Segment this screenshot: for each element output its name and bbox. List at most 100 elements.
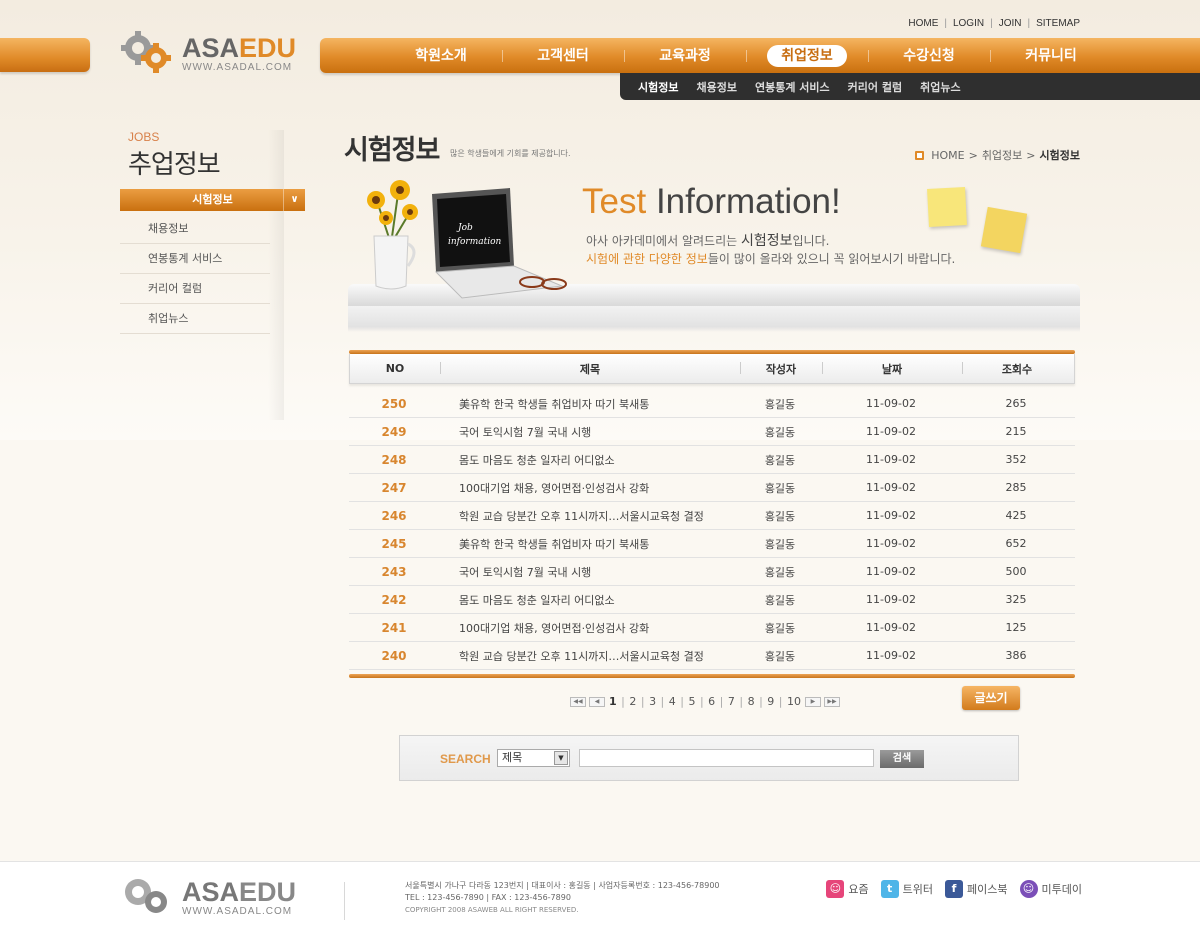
sub-gnb-job-news[interactable]: 취업뉴스 [920, 79, 960, 95]
search-button[interactable]: 검색 [880, 750, 924, 768]
row-no: 248 [381, 452, 407, 467]
table-row[interactable]: 240 학원 교습 당분간 오후 11시까지…서울시교육청 결정 홍길동 11-09-… [349, 642, 1075, 670]
row-views: 285 [1005, 481, 1027, 494]
prev-page-icon[interactable]: ◀ [589, 696, 605, 707]
table-row[interactable]: 247 100대기업 채용, 영어면접·인성검사 강화 홍길동 11-09-02 285 [349, 474, 1075, 502]
row-title-link[interactable]: 국어 토익시험 7월 국내 시행 [439, 564, 739, 580]
gnb-item-customer-center[interactable]: 고객센터 [502, 44, 624, 68]
first-page-icon[interactable]: ◀◀ [570, 696, 586, 707]
banner-line2-bold: 시험에 관한 다양한 정보 [586, 252, 708, 266]
row-views: 265 [1005, 397, 1027, 410]
row-title-link[interactable]: 몸도 마음도 청춘 일자리 어디없소 [439, 592, 739, 608]
row-author: 홍길동 [764, 649, 796, 663]
page-number-link[interactable]: 8 [747, 695, 756, 708]
sub-gnb-recruit-info[interactable]: 채용정보 [696, 79, 736, 95]
sub-navigation: 시험정보 채용정보 연봉통계 서비스 커리어 컬럼 취업뉴스 [620, 73, 1200, 100]
footer-logo: ASAEDU WWW.ASADAL.COM [120, 874, 296, 920]
row-date: 11-09-02 [866, 649, 916, 662]
gnb-item-community[interactable]: 커뮤니티 [990, 44, 1112, 68]
lnb-item-exam-info[interactable]: 시험정보 ∨ [120, 189, 305, 211]
row-date: 11-09-02 [866, 565, 916, 578]
lnb-item-career-column[interactable]: 커리어 컬럼 [120, 274, 270, 304]
footer-logo-name-a: ASA [182, 876, 240, 907]
row-title-link[interactable]: 100대기업 채용, 영어면접·인성검사 강화 [439, 480, 739, 496]
page-number-link[interactable]: 2 [628, 695, 637, 708]
row-author: 홍길동 [764, 397, 796, 411]
site-logo[interactable]: ASAEDU WWW.ASADAL.COM [120, 30, 296, 76]
page-number-link[interactable]: 7 [727, 695, 736, 708]
table-row[interactable]: 248 몸도 마음도 청춘 일자리 어디없소 홍길동 11-09-02 352 [349, 446, 1075, 474]
row-title-link[interactable]: 100대기업 채용, 영어면접·인성검사 강화 [439, 620, 739, 636]
chevron-right-icon: > [968, 148, 978, 162]
table-row[interactable]: 245 美유학 한국 학생들 취업비자 따기 북새통 홍길동 11-09-02 652 [349, 530, 1075, 558]
table-row[interactable]: 242 몸도 마음도 청춘 일자리 어디없소 홍길동 11-09-02 325 [349, 586, 1075, 614]
chevron-down-icon: ∨ [283, 189, 305, 211]
next-page-icon[interactable]: ▶ [804, 696, 821, 707]
row-no: 250 [381, 396, 407, 411]
page-number-link[interactable]: 9 [766, 695, 775, 708]
footer-company-info: 서울특별시 가나구 다라동 123번지 | 대표이사 : 홍길동 | 사업자등록… [405, 880, 720, 916]
search-label: SEARCH [440, 752, 491, 766]
util-home-link[interactable]: HOME [908, 18, 938, 29]
gnb-item-about[interactable]: 학원소개 [380, 44, 502, 68]
sub-gnb-career-column[interactable]: 커리어 컬럼 [848, 79, 902, 95]
page-number-link[interactable]: 3 [648, 695, 657, 708]
row-date: 11-09-02 [866, 481, 916, 494]
sub-gnb-exam-info[interactable]: 시험정보 [638, 79, 678, 95]
pagination: ◀◀ ◀ 1 | 2 | 3 | 4 | 5 | 6 | 7 | 8 | 9 |… [570, 695, 840, 708]
header-views: 조회수 [962, 361, 1072, 377]
page-number-link[interactable]: 10 [786, 695, 802, 708]
lnb-divider-shadow [268, 130, 284, 420]
search-input[interactable] [579, 749, 874, 767]
util-sitemap-link[interactable]: SITEMAP [1036, 18, 1080, 29]
row-no: 242 [381, 592, 407, 607]
twitter-icon: t [880, 880, 899, 898]
lnb-item-recruit-info[interactable]: 채용정보 [120, 214, 270, 244]
search-field-select[interactable]: 제목 ▼ [497, 749, 570, 767]
footer-logo-name-b: EDU [239, 876, 297, 907]
row-date: 11-09-02 [866, 453, 916, 466]
gnb-item-courses[interactable]: 교육과정 [624, 44, 746, 68]
row-views: 425 [1005, 509, 1027, 522]
header-no: NO [385, 362, 405, 375]
banner-shelf-front [348, 306, 1080, 332]
table-row[interactable]: 250 美유학 한국 학생들 취업비자 따기 북새통 홍길동 11-09-02 265 [349, 390, 1075, 418]
breadcrumb-home[interactable]: HOME [931, 149, 964, 162]
breadcrumb-jobs[interactable]: 취업정보 [982, 147, 1022, 163]
footer-logo-url: WWW.ASADAL.COM [182, 905, 293, 917]
sns-me2day-link[interactable]: ☺ 미투데이 [1019, 880, 1082, 898]
row-title-link[interactable]: 학원 교습 당분간 오후 11시까지…서울시교육청 결정 [439, 508, 739, 524]
row-title-link[interactable]: 몸도 마음도 청춘 일자리 어디없소 [439, 452, 739, 468]
footer-address: 서울특별시 가나구 다라동 123번지 | 대표이사 : 홍길동 | 사업자등록… [405, 881, 720, 890]
row-title-link[interactable]: 학원 교습 당분간 오후 11시까지…서울시교육청 결정 [439, 648, 739, 664]
write-button[interactable]: 글쓰기 [962, 686, 1020, 710]
last-page-icon[interactable]: ▶▶ [823, 696, 840, 707]
row-title-link[interactable]: 美유학 한국 학생들 취업비자 따기 북새통 [439, 396, 739, 412]
home-icon [915, 150, 925, 160]
page-number-link[interactable]: 6 [707, 695, 716, 708]
table-row[interactable]: 249 국어 토익시험 7월 국내 시행 홍길동 11-09-02 215 [349, 418, 1075, 446]
sns-facebook-link[interactable]: f 페이스북 [945, 880, 1008, 898]
sns-twitter-link[interactable]: t 트위터 [880, 880, 933, 898]
lnb-item-job-news[interactable]: 취업뉴스 [120, 304, 270, 334]
row-views: 352 [1005, 453, 1027, 466]
lnb-item-salary-stats[interactable]: 연봉통계 서비스 [120, 244, 270, 274]
util-login-link[interactable]: LOGIN [953, 18, 984, 29]
gnb-item-registration[interactable]: 수강신청 [868, 44, 990, 68]
table-row[interactable]: 243 국어 토익시험 7월 국내 시행 홍길동 11-09-02 500 [349, 558, 1075, 586]
row-title-link[interactable]: 美유학 한국 학생들 취업비자 따기 북새통 [439, 536, 739, 552]
page-description: 많은 학생들에게 기회를 제공합니다. [450, 149, 571, 158]
utility-links: HOME | LOGIN | JOIN | SITEMAP [908, 18, 1080, 29]
table-row[interactable]: 246 학원 교습 당분간 오후 11시까지…서울시교육청 결정 홍길동 11-09-… [349, 502, 1075, 530]
row-date: 11-09-02 [866, 621, 916, 634]
sub-gnb-salary-stats[interactable]: 연봉통계 서비스 [755, 79, 830, 95]
page-number-link[interactable]: 1 [608, 695, 618, 708]
util-join-link[interactable]: JOIN [999, 18, 1022, 29]
table-row[interactable]: 241 100대기업 채용, 영어면접·인성검사 강화 홍길동 11-09-02 125 [349, 614, 1075, 642]
page-number-link[interactable]: 4 [668, 695, 677, 708]
row-title-link[interactable]: 국어 토익시험 7월 국내 시행 [439, 424, 739, 440]
gnb-item-jobs[interactable]: 취업정보 [746, 44, 868, 68]
sns-yozm-link[interactable]: ☺ 요즘 [826, 880, 869, 898]
lnb-list: 채용정보 연봉통계 서비스 커리어 컬럼 취업뉴스 [120, 214, 270, 334]
row-no: 249 [381, 424, 407, 439]
